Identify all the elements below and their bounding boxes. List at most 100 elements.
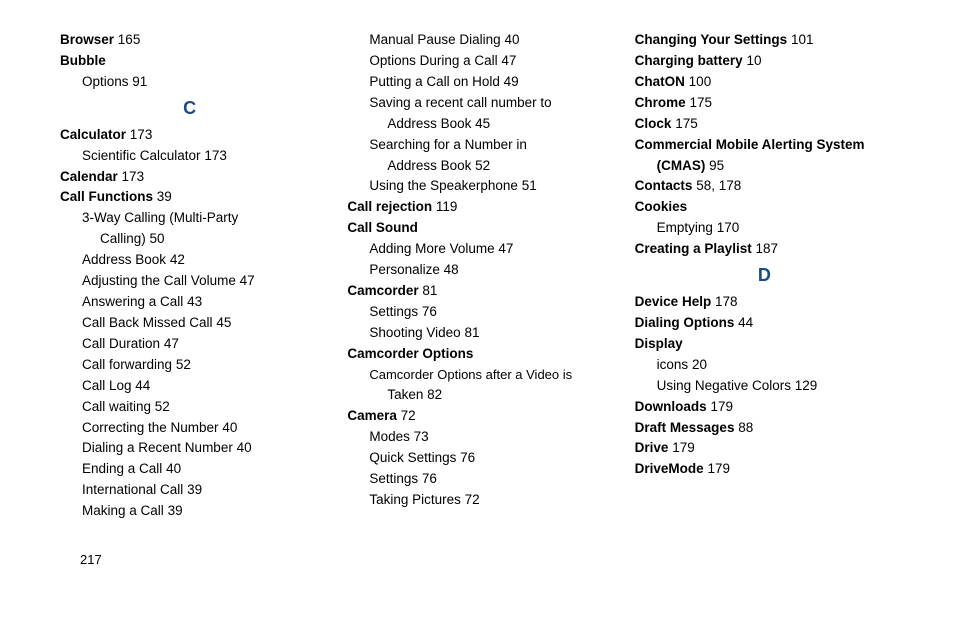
sub-adjust-volume: Adjusting the Call Volume 47 — [82, 271, 319, 292]
label: Using the Speakerphone — [369, 178, 518, 193]
page-ref: 175 — [675, 116, 698, 131]
page-ref: 50 — [150, 231, 165, 246]
label: Call Duration — [82, 336, 160, 351]
page-ref: 170 — [717, 220, 740, 235]
sub-camera-modes: Modes 73 — [369, 427, 606, 448]
page-ref: 43 — [187, 294, 202, 309]
label: International Call — [82, 482, 183, 497]
label: icons — [657, 357, 689, 372]
page-ref: 52 — [475, 158, 490, 173]
sub-personalize: Personalize 48 — [369, 260, 606, 281]
page-ref: 100 — [689, 74, 712, 89]
page-number: 217 — [80, 552, 894, 567]
sub-speakerphone: Using the Speakerphone 51 — [369, 176, 606, 197]
entry-drivemode: DriveMode 179 — [635, 459, 894, 480]
sub-save-recent-l2: Address Book 45 — [387, 114, 606, 135]
sub-cookies-emptying: Emptying 170 — [657, 218, 894, 239]
entry-browser: Browser 165 — [60, 30, 319, 51]
sub-3way-l2: Calling) 50 — [100, 229, 319, 250]
page-ref: 179 — [710, 399, 733, 414]
entry-camcorder-options: Camcorder Options — [347, 344, 606, 365]
label: Putting a Call on Hold — [369, 74, 500, 89]
sub-bubble-options: Options 91 — [82, 72, 319, 93]
term: Display — [635, 336, 683, 351]
sub-options-during: Options During a Call 47 — [369, 51, 606, 72]
label: Taken — [387, 387, 423, 402]
term: Downloads — [635, 399, 707, 414]
sub-correcting-number: Correcting the Number 40 — [82, 418, 319, 439]
sub-co-after-l2: Taken 82 — [387, 385, 606, 406]
entry-device-help: Device Help 178 — [635, 292, 894, 313]
label: Call forwarding — [82, 357, 172, 372]
page-ref: 175 — [689, 95, 712, 110]
section-letter-d: D — [635, 262, 894, 290]
sub-dial-recent: Dialing a Recent Number 40 — [82, 438, 319, 459]
page-ref: 47 — [240, 273, 255, 288]
page-ref: 51 — [522, 178, 537, 193]
entry-drive: Drive 179 — [635, 438, 894, 459]
page-ref: 40 — [504, 32, 519, 47]
label: Adding More Volume — [369, 241, 494, 256]
sub-more-volume: Adding More Volume 47 — [369, 239, 606, 260]
column-3: Changing Your Settings 101 Charging batt… — [635, 30, 894, 522]
term: ChatON — [635, 74, 685, 89]
term: Dialing Options — [635, 315, 735, 330]
entry-contacts: Contacts 58, 178 — [635, 176, 894, 197]
page-ref: 48 — [444, 262, 459, 277]
sub-ending-call: Ending a Call 40 — [82, 459, 319, 480]
entry-draft-messages: Draft Messages 88 — [635, 418, 894, 439]
page-ref: 76 — [422, 471, 437, 486]
columns-container: Browser 165 Bubble Options 91 C Calculat… — [60, 30, 894, 522]
sub-quick-settings: Quick Settings 76 — [369, 448, 606, 469]
entry-dialing-options: Dialing Options 44 — [635, 313, 894, 334]
entry-calendar: Calendar 173 — [60, 167, 319, 188]
term: Clock — [635, 116, 672, 131]
term: Creating a Playlist — [635, 241, 752, 256]
separator: , — [711, 178, 715, 193]
term: Chrome — [635, 95, 686, 110]
label: Scientific Calculator — [82, 148, 201, 163]
sub-co-after-l1: Camcorder Options after a Video is — [369, 365, 606, 385]
term: Contacts — [635, 178, 693, 193]
term: Call Sound — [347, 220, 418, 235]
page-ref: 179 — [672, 440, 695, 455]
entry-display: Display — [635, 334, 894, 355]
label: Settings — [369, 304, 418, 319]
label: Shooting Video — [369, 325, 460, 340]
label: Correcting the Number — [82, 420, 219, 435]
label: Ending a Call — [82, 461, 162, 476]
sub-call-waiting: Call waiting 52 — [82, 397, 319, 418]
entry-call-sound: Call Sound — [347, 218, 606, 239]
sub-manual-pause: Manual Pause Dialing 40 — [369, 30, 606, 51]
sub-call-duration: Call Duration 47 — [82, 334, 319, 355]
page-ref: 52 — [155, 399, 170, 414]
index-page: Browser 165 Bubble Options 91 C Calculat… — [0, 0, 954, 587]
page-ref: 47 — [501, 53, 516, 68]
label: Address Book — [387, 158, 471, 173]
term: Camcorder — [347, 283, 418, 298]
page-ref: 10 — [746, 53, 761, 68]
term: Calculator — [60, 127, 126, 142]
page-ref: 40 — [222, 420, 237, 435]
page-ref: 42 — [170, 252, 185, 267]
entry-chaton: ChatON 100 — [635, 72, 894, 93]
term: Device Help — [635, 294, 712, 309]
label: Settings — [369, 471, 418, 486]
page-ref: 47 — [498, 241, 513, 256]
page-ref: 39 — [168, 503, 183, 518]
page-ref: 52 — [176, 357, 191, 372]
label: Call waiting — [82, 399, 151, 414]
label: Options — [82, 74, 129, 89]
page-ref: 101 — [791, 32, 814, 47]
sub-international-call: International Call 39 — [82, 480, 319, 501]
term: Bubble — [60, 53, 106, 68]
label: Answering a Call — [82, 294, 183, 309]
entry-call-rejection: Call rejection 119 — [347, 197, 606, 218]
label: Adjusting the Call Volume — [82, 273, 236, 288]
label: Emptying — [657, 220, 713, 235]
label: Manual Pause Dialing — [369, 32, 500, 47]
page-ref: 82 — [427, 387, 442, 402]
page-ref: 49 — [504, 74, 519, 89]
entry-bubble: Bubble — [60, 51, 319, 72]
page-ref: 47 — [164, 336, 179, 351]
